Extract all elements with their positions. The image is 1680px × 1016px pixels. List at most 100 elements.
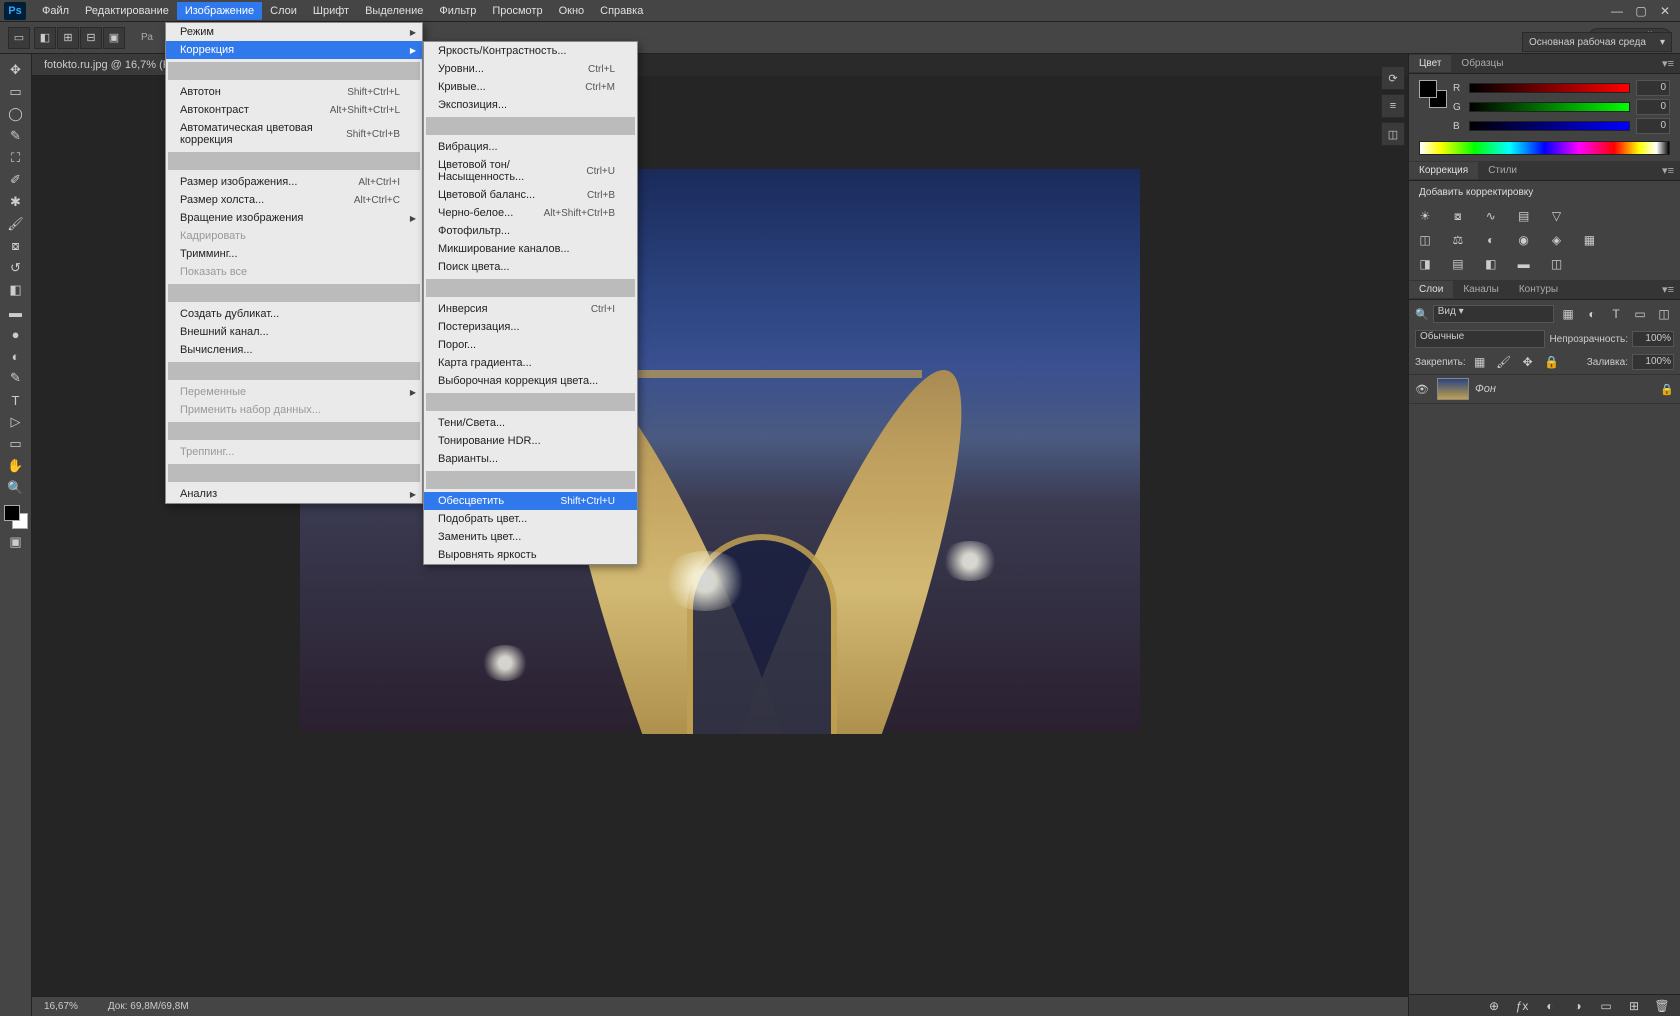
adj-bw-icon[interactable]: ◐ xyxy=(1481,230,1501,250)
menuitem-инверсия[interactable]: ИнверсияCtrl+I xyxy=(424,300,637,318)
info-panel-button[interactable]: ◫ xyxy=(1381,122,1405,146)
adj-vibrance-icon[interactable]: ▽ xyxy=(1547,206,1567,226)
layer-name[interactable]: Фон xyxy=(1475,383,1496,395)
delete-layer-icon[interactable]: 🗑 xyxy=(1652,996,1672,1016)
visibility-icon[interactable]: 👁 xyxy=(1415,383,1431,396)
layer-row[interactable]: 👁 Фон 🔒 xyxy=(1409,374,1680,404)
type-tool[interactable]: T xyxy=(3,390,29,410)
menuitem-цветовой-баланс---[interactable]: Цветовой баланс...Ctrl+B xyxy=(424,186,637,204)
menuitem-размер-изображения---[interactable]: Размер изображения...Alt+Ctrl+I xyxy=(166,173,422,191)
quick-select-tool[interactable]: ✎ xyxy=(3,126,29,146)
menuitem-вибрация---[interactable]: Вибрация... xyxy=(424,138,637,156)
foreground-background-swatch[interactable] xyxy=(3,504,29,530)
menuitem-обесцветить[interactable]: ОбесцветитьShift+Ctrl+U xyxy=(424,492,637,510)
lock-trans-icon[interactable]: ▦ xyxy=(1470,352,1490,372)
link-layers-icon[interactable]: ⊕ xyxy=(1484,996,1504,1016)
selection-subtract-button[interactable]: ⊟ xyxy=(80,27,102,49)
lock-pixel-icon[interactable]: 🖌 xyxy=(1494,352,1514,372)
menuitem-порог---[interactable]: Порог... xyxy=(424,336,637,354)
marquee-tool[interactable]: ▭ xyxy=(3,82,29,102)
blue-value[interactable]: 0 xyxy=(1636,118,1670,134)
mask-icon[interactable]: ◐ xyxy=(1540,996,1560,1016)
menuitem-микширование-каналов---[interactable]: Микширование каналов... xyxy=(424,240,637,258)
red-value[interactable]: 0 xyxy=(1636,80,1670,96)
menuitem-подобрать-цвет---[interactable]: Подобрать цвет... xyxy=(424,510,637,528)
tab-adjustments[interactable]: Коррекция xyxy=(1409,162,1478,179)
menu-шрифт[interactable]: Шрифт xyxy=(305,2,357,20)
adj-hue-icon[interactable]: ◫ xyxy=(1415,230,1435,250)
menuitem-внешний-канал---[interactable]: Внешний канал... xyxy=(166,323,422,341)
menuitem-экспозиция---[interactable]: Экспозиция... xyxy=(424,96,637,114)
layer-thumbnail[interactable] xyxy=(1437,378,1469,400)
zoom-tool[interactable]: 🔍 xyxy=(3,478,29,498)
menu-просмотр[interactable]: Просмотр xyxy=(484,2,550,20)
filter-shape-icon[interactable]: ▭ xyxy=(1630,304,1650,324)
menuitem-варианты---[interactable]: Варианты... xyxy=(424,450,637,468)
stamp-tool[interactable]: ⧇ xyxy=(3,236,29,256)
adj-brightness-icon[interactable]: ☀ xyxy=(1415,206,1435,226)
red-slider[interactable] xyxy=(1469,83,1630,93)
history-brush-tool[interactable]: ↺ xyxy=(3,258,29,278)
selection-new-button[interactable]: ◧ xyxy=(34,27,56,49)
blur-tool[interactable]: ● xyxy=(3,324,29,344)
menuitem-анализ[interactable]: Анализ xyxy=(166,485,422,503)
menuitem-постеризация---[interactable]: Постеризация... xyxy=(424,318,637,336)
menu-редактирование[interactable]: Редактирование xyxy=(77,2,177,20)
adj-curves-icon[interactable]: ∿ xyxy=(1481,206,1501,226)
tab-layers[interactable]: Слои xyxy=(1409,281,1453,298)
tab-paths[interactable]: Контуры xyxy=(1509,281,1568,298)
zoom-level[interactable]: 16,67% xyxy=(44,1001,78,1012)
layers-panel-menu[interactable]: ▾≡ xyxy=(1656,283,1680,296)
hand-tool[interactable]: ✋ xyxy=(3,456,29,476)
menu-окно[interactable]: Окно xyxy=(551,2,593,20)
tab-styles[interactable]: Стили xyxy=(1478,162,1527,179)
menuitem-заменить-цвет---[interactable]: Заменить цвет... xyxy=(424,528,637,546)
crop-tool[interactable]: ⛶ xyxy=(3,148,29,168)
menu-справка[interactable]: Справка xyxy=(592,2,651,20)
doc-info[interactable]: Док: 69,8M/69,8M xyxy=(108,1001,189,1012)
menuitem-выровнять-яркость[interactable]: Выровнять яркость xyxy=(424,546,637,564)
menuitem-автотон[interactable]: АвтотонShift+Ctrl+L xyxy=(166,83,422,101)
menuitem-тонирование-hdr---[interactable]: Тонирование HDR... xyxy=(424,432,637,450)
filter-type-icon[interactable]: T xyxy=(1606,304,1626,324)
adjust-panel-menu[interactable]: ▾≡ xyxy=(1656,164,1680,177)
menuitem-яркость-контрастность---[interactable]: Яркость/Контрастность... xyxy=(424,42,637,60)
color-fgbg-swatch[interactable] xyxy=(1419,80,1447,108)
heal-tool[interactable]: ✱ xyxy=(3,192,29,212)
adj-invert-icon[interactable]: ◨ xyxy=(1415,254,1435,274)
filter-kind-select[interactable]: Вид ▾ xyxy=(1433,305,1554,323)
fill-input[interactable]: 100% xyxy=(1632,354,1674,370)
filter-pixel-icon[interactable]: ▦ xyxy=(1558,304,1578,324)
lock-pos-icon[interactable]: ✥ xyxy=(1518,352,1538,372)
menu-выделение[interactable]: Выделение xyxy=(357,2,431,20)
color-panel-menu[interactable]: ▾≡ xyxy=(1656,57,1680,70)
green-value[interactable]: 0 xyxy=(1636,99,1670,115)
adj-exposure-icon[interactable]: ▤ xyxy=(1514,206,1534,226)
properties-panel-button[interactable]: ≡ xyxy=(1381,94,1405,118)
tab-channels[interactable]: Каналы xyxy=(1453,281,1509,298)
dodge-tool[interactable]: ◐ xyxy=(3,346,29,366)
brush-tool[interactable]: 🖌 xyxy=(3,214,29,234)
filter-icon[interactable]: 🔍 xyxy=(1415,308,1429,321)
menuitem-поиск-цвета---[interactable]: Поиск цвета... xyxy=(424,258,637,276)
lock-all-icon[interactable]: 🔒 xyxy=(1542,352,1562,372)
window-close-button[interactable]: ✕ xyxy=(1654,3,1676,19)
window-minimize-button[interactable]: — xyxy=(1606,3,1628,19)
menu-фильтр[interactable]: Фильтр xyxy=(431,2,484,20)
gradient-tool[interactable]: ▬ xyxy=(3,302,29,322)
menuitem-размер-холста---[interactable]: Размер холста...Alt+Ctrl+C xyxy=(166,191,422,209)
document-tab[interactable]: fotokto.ru.jpg @ 16,7% (R xyxy=(32,54,184,76)
filter-smart-icon[interactable]: ◫ xyxy=(1654,304,1674,324)
eraser-tool[interactable]: ◧ xyxy=(3,280,29,300)
adj-selective-icon[interactable]: ◫ xyxy=(1547,254,1567,274)
menuitem-коррекция[interactable]: Коррекция xyxy=(166,41,422,59)
opacity-input[interactable]: 100% xyxy=(1632,331,1674,347)
lasso-tool[interactable]: ◯ xyxy=(3,104,29,124)
menuitem-уровни---[interactable]: Уровни...Ctrl+L xyxy=(424,60,637,78)
menuitem-автоматическая-цветовая-коррекция[interactable]: Автоматическая цветовая коррекцияShift+C… xyxy=(166,119,422,149)
menuitem-создать-дубликат---[interactable]: Создать дубликат... xyxy=(166,305,422,323)
path-select-tool[interactable]: ▷ xyxy=(3,412,29,432)
move-tool[interactable]: ✥ xyxy=(3,60,29,80)
eyedropper-tool[interactable]: ✐ xyxy=(3,170,29,190)
adj-lookup-icon[interactable]: ▦ xyxy=(1579,230,1599,250)
